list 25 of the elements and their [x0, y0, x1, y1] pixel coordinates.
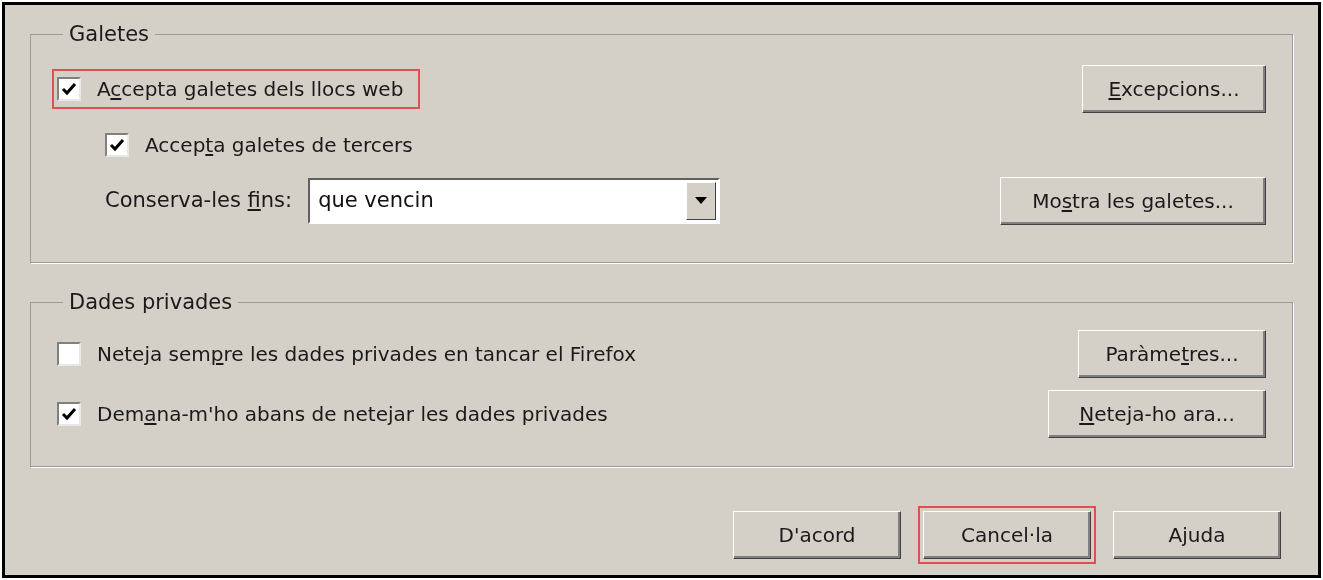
check-icon	[109, 136, 125, 153]
dialog-button[interactable]: D'acord	[733, 511, 901, 559]
dialog-button[interactable]: Ajuda	[1113, 511, 1281, 559]
group-title: Dades privades	[68, 289, 234, 316]
dialog-button[interactable]: Cancel·la	[923, 511, 1091, 559]
caret-icon	[695, 197, 708, 204]
dialog-button[interactable]: Paràmetres...	[1078, 329, 1266, 378]
checkbox[interactable]	[57, 401, 81, 426]
checkbox[interactable]	[57, 341, 81, 366]
checkbox-label: Accepta galetes de tercers	[145, 131, 413, 159]
checkbox-label: Neteja sempre les dades privades en tancar el Firefox	[97, 340, 636, 368]
checkbox[interactable]	[57, 76, 81, 101]
check-icon	[61, 80, 77, 97]
dropdown-value: que vencin	[317, 186, 435, 214]
checkbox[interactable]	[105, 132, 129, 157]
dropdown[interactable]: que vencin	[308, 177, 721, 224]
dialog-button[interactable]: Excepcions...	[1082, 64, 1266, 113]
group-title: Galetes	[68, 21, 150, 48]
check-icon	[61, 405, 77, 422]
dialog-button[interactable]: Mostra les galetes...	[1000, 176, 1266, 225]
checkbox-label: Accepta galetes dels llocs web	[97, 75, 404, 103]
dialog-button[interactable]: Neteja-ho ara...	[1048, 389, 1266, 438]
checkbox-label: Demana-m'ho abans de netejar les dades privades	[97, 400, 608, 428]
field-label: Conserva-les fins:	[105, 186, 293, 214]
dropdown-arrow-button[interactable]	[686, 181, 717, 220]
